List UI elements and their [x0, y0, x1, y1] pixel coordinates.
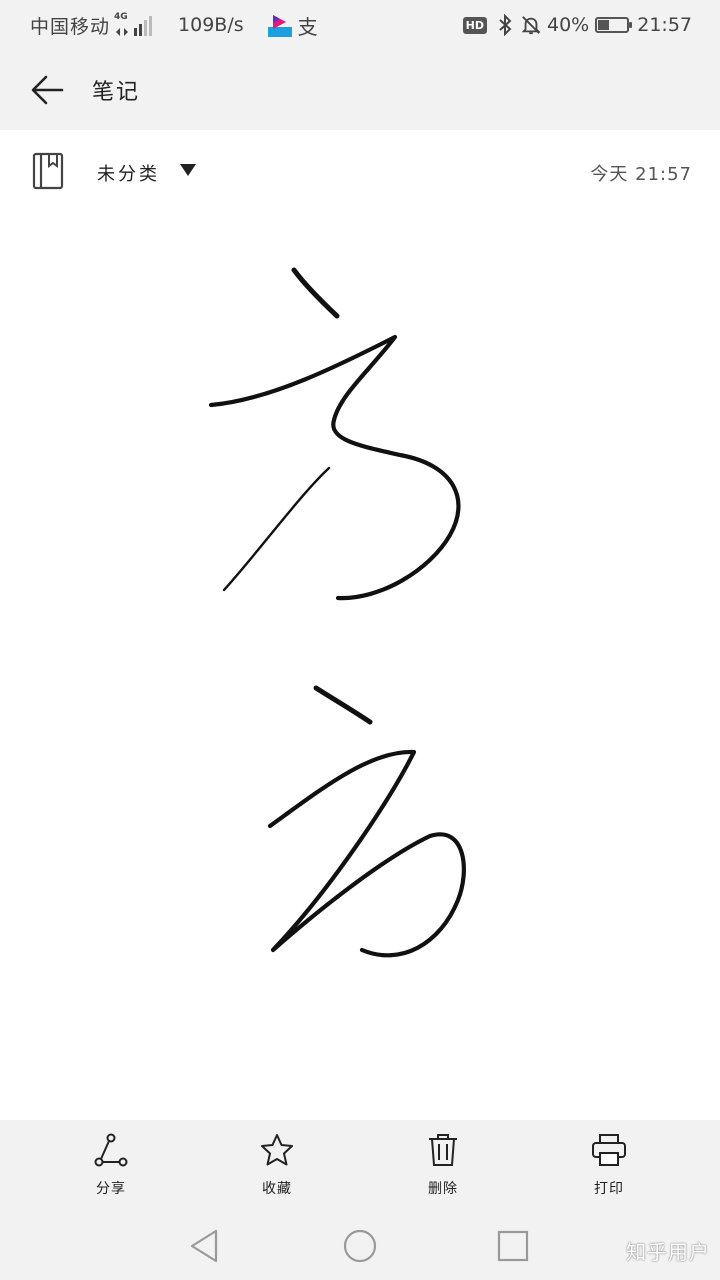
- signal-icon: 4G: [114, 12, 156, 36]
- dropdown-triangle-icon[interactable]: [180, 164, 196, 176]
- delete-button[interactable]: 删除: [393, 1132, 493, 1204]
- video-app-icon: [267, 15, 292, 37]
- bluetooth-icon: [499, 14, 512, 36]
- app-bar: 笔记: [0, 50, 720, 130]
- handwriting-canvas[interactable]: [0, 214, 720, 1120]
- share-button[interactable]: 分享: [61, 1132, 161, 1204]
- carrier-name: 中国移动: [30, 15, 111, 38]
- hd-badge: HD: [462, 16, 487, 34]
- network-speed: 109B/s: [178, 14, 244, 36]
- back-arrow-icon[interactable]: [28, 70, 68, 110]
- ink-stroke: [222, 466, 331, 592]
- ink-stroke: [208, 334, 461, 601]
- print-button[interactable]: 打印: [559, 1132, 659, 1204]
- share-icon: [94, 1133, 128, 1167]
- nav-home-icon[interactable]: [340, 1226, 380, 1266]
- star-icon: [261, 1134, 293, 1166]
- network-type: 4G: [114, 12, 128, 22]
- trash-icon: [429, 1134, 457, 1166]
- category-selector[interactable]: 未分类: [97, 160, 160, 186]
- alipay-icon: 支: [297, 14, 318, 39]
- navigation-bar: 知乎用户: [0, 1212, 720, 1280]
- favorite-button[interactable]: 收藏: [227, 1132, 327, 1204]
- zhihu-watermark: 知乎用户: [626, 1240, 710, 1264]
- bottom-toolbar: 分享 收藏 删除 打印: [0, 1120, 720, 1212]
- ink-stroke: [313, 685, 373, 725]
- delete-label: 删除: [428, 1181, 458, 1197]
- battery-percent: 40%: [547, 14, 590, 36]
- print-label: 打印: [594, 1181, 624, 1197]
- clock: 21:57: [637, 14, 692, 36]
- nav-back-icon[interactable]: [186, 1226, 226, 1266]
- printer-icon: [592, 1134, 626, 1166]
- battery-icon: [595, 17, 633, 33]
- status-bar: 中国移动 4G 109B/s 支 HD 40% 21:57: [0, 0, 720, 50]
- mute-bell-icon: [521, 16, 541, 35]
- ink-stroke: [291, 267, 340, 319]
- share-label: 分享: [96, 1181, 126, 1197]
- note-meta-row: 未分类 今天 21:57: [0, 130, 720, 214]
- note-timestamp: 今天 21:57: [590, 164, 692, 185]
- ink-stroke: [267, 749, 466, 958]
- nav-recents-icon[interactable]: [493, 1226, 533, 1266]
- page-title: 笔记: [92, 80, 141, 105]
- favorite-label: 收藏: [262, 1181, 292, 1197]
- notebook-icon: [32, 152, 64, 190]
